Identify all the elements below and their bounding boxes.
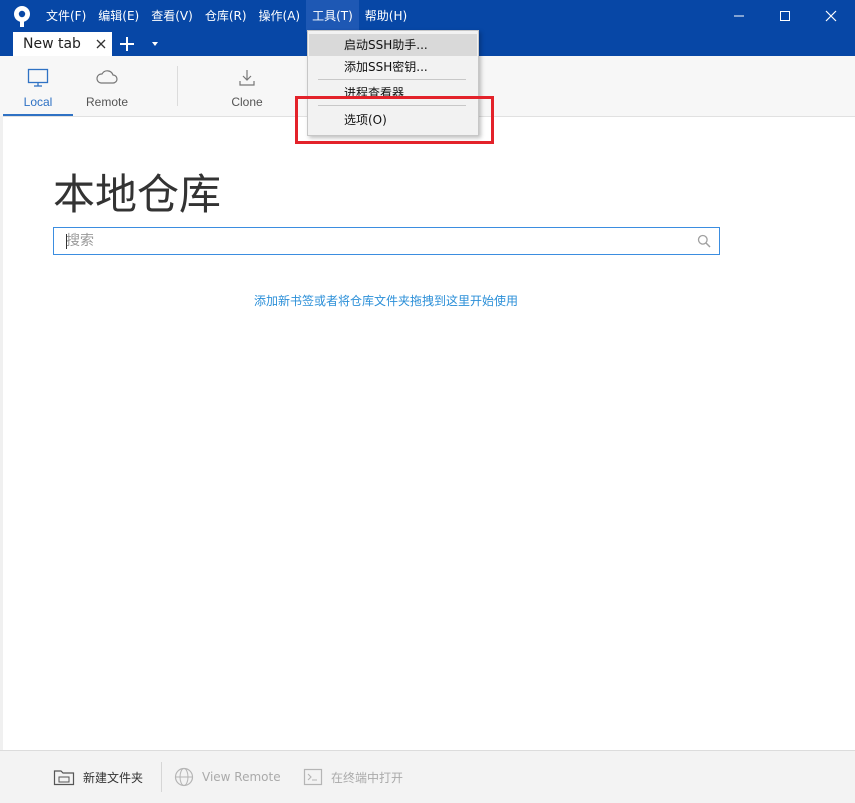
globe-icon [174, 767, 194, 787]
view-remote-label: View Remote [202, 770, 281, 784]
menu-file[interactable]: 文件(F) [40, 0, 92, 32]
remote-button[interactable]: Remote [72, 56, 142, 115]
menu-view[interactable]: 查看(V) [145, 0, 199, 32]
minimize-icon [734, 15, 744, 17]
page-title: 本地仓库 [53, 170, 222, 219]
minimize-button[interactable] [716, 0, 762, 32]
clone-label: Clone [231, 95, 263, 109]
close-icon [825, 10, 837, 22]
new-folder-button[interactable]: 新建文件夹 [53, 765, 143, 789]
search-input[interactable] [66, 228, 686, 254]
local-label: Local [23, 95, 53, 109]
menu-item-launch-ssh-agent[interactable]: 启动SSH助手... [309, 34, 477, 56]
highlight-box [295, 96, 494, 144]
title-bar: 文件(F) 编辑(E) 查看(V) 仓库(R) 操作(A) 工具(T) 帮助(H… [0, 0, 855, 32]
tab-label: New tab [23, 36, 81, 52]
menu-help[interactable]: 帮助(H) [359, 0, 413, 32]
new-folder-icon [53, 770, 75, 786]
add-tab-icon[interactable] [118, 35, 136, 53]
footer-bar: 新建文件夹 View Remote 在终端中打开 [0, 750, 855, 803]
search-box[interactable] [53, 227, 720, 255]
tab-new-tab[interactable]: New tab [13, 32, 112, 56]
empty-hint: 添加新书签或者将仓库文件夹拖拽到这里开始使用 [253, 294, 518, 308]
text-caret [66, 234, 67, 249]
tab-dropdown-icon[interactable] [150, 40, 160, 48]
sourcetree-logo-icon [14, 6, 30, 27]
remote-label: Remote [85, 95, 129, 109]
menu-edit[interactable]: 编辑(E) [92, 0, 145, 32]
menu-tools[interactable]: 工具(T) [306, 0, 359, 32]
menu-separator [318, 79, 466, 80]
close-button[interactable] [808, 0, 854, 32]
maximize-icon [780, 11, 790, 21]
maximize-button[interactable] [762, 0, 808, 32]
new-folder-label: 新建文件夹 [83, 770, 144, 785]
monitor-icon [27, 68, 49, 87]
tab-close-icon[interactable] [95, 38, 107, 50]
open-terminal-button[interactable]: 在终端中打开 [303, 765, 403, 789]
menu-bar: 文件(F) 编辑(E) 查看(V) 仓库(R) 操作(A) 工具(T) 帮助(H… [40, 0, 413, 32]
menu-repository[interactable]: 仓库(R) [199, 0, 253, 32]
menu-actions[interactable]: 操作(A) [253, 0, 307, 32]
toolbar-divider [177, 66, 178, 106]
menu-item-add-ssh-key[interactable]: 添加SSH密钥... [309, 56, 477, 78]
open-terminal-label: 在终端中打开 [331, 770, 404, 785]
footer-divider [161, 762, 162, 792]
cloud-icon [96, 70, 118, 84]
clone-button[interactable]: Clone [212, 56, 282, 115]
terminal-icon [303, 768, 323, 786]
local-button[interactable]: Local [3, 56, 73, 116]
search-icon [697, 234, 711, 248]
download-icon [239, 70, 255, 86]
view-remote-button[interactable]: View Remote [174, 765, 281, 789]
left-edge [0, 116, 3, 750]
